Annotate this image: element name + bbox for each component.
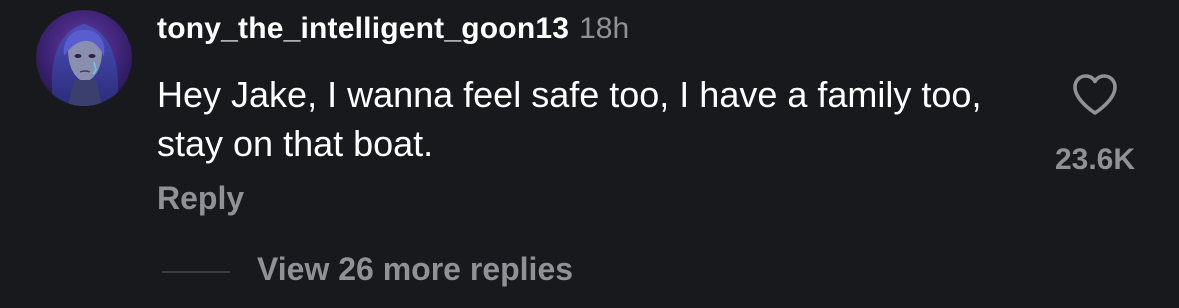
avatar[interactable]	[36, 10, 132, 106]
like-count: 23.6K	[1054, 143, 1136, 176]
replies-divider	[162, 271, 230, 273]
comment-timestamp: 18h	[579, 12, 630, 45]
avatar-image	[36, 10, 132, 106]
comment-item: tony_the_intelligent_goon13 18h Hey Jake…	[0, 0, 1179, 308]
reply-button[interactable]: Reply	[157, 180, 244, 217]
heart-outline-icon	[1073, 74, 1117, 115]
username-link[interactable]: tony_the_intelligent_goon13	[157, 12, 569, 46]
comment-header: tony_the_intelligent_goon13 18h	[157, 12, 629, 52]
like-button[interactable]	[1071, 72, 1119, 118]
view-replies-button[interactable]: View 26 more replies	[257, 251, 573, 288]
comment-text: Hey Jake, I wanna feel safe too, I have …	[157, 74, 982, 164]
